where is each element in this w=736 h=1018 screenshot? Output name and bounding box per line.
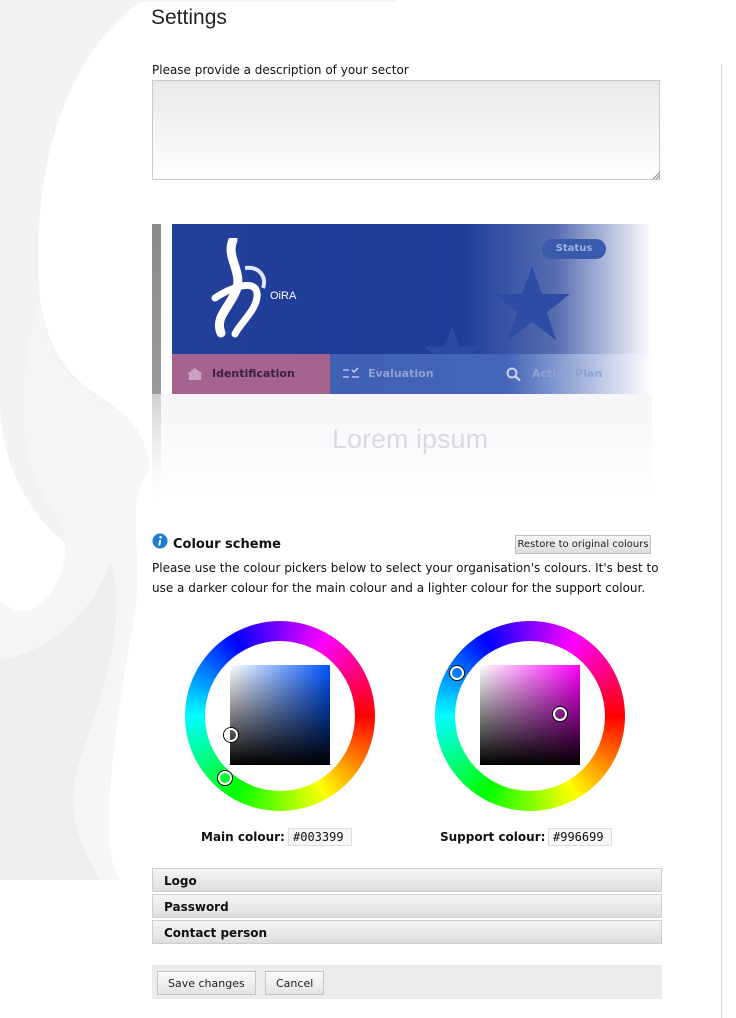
preview-tab-identification: Identification — [172, 354, 330, 394]
tab-label: Evaluation — [368, 367, 434, 380]
main-colour-square[interactable] — [230, 665, 330, 765]
description-label: Please provide a description of your sec… — [152, 63, 409, 77]
main-hue-marker[interactable] — [218, 771, 232, 785]
preview-body-text: Lorem ipsum — [332, 424, 489, 454]
preview-status-pill: Status — [542, 239, 606, 259]
checklist-icon — [343, 367, 359, 378]
oira-logo-icon — [211, 238, 266, 338]
section-logo[interactable]: Logo — [152, 868, 662, 892]
preview-tab-action-plan: Action Plan — [506, 354, 602, 394]
tab-label: Action Plan — [532, 367, 603, 380]
preview-logo-text: OiRA — [270, 290, 297, 302]
support-colour-label: Support colour: — [440, 830, 546, 844]
support-saturation-marker[interactable] — [553, 707, 567, 721]
preview-tab-evaluation: Evaluation — [342, 354, 434, 394]
right-divider — [721, 64, 722, 1018]
colour-scheme-title: Colour scheme — [173, 537, 281, 552]
resize-grip-icon[interactable] — [652, 171, 660, 179]
main-saturation-marker[interactable] — [224, 728, 238, 742]
info-icon — [152, 533, 168, 549]
preview-nav: Identification Evaluation Action Plan — [172, 354, 652, 394]
theme-preview: Status OiRA Identification Evaluation Ac… — [152, 224, 652, 500]
main-colour-input[interactable] — [288, 828, 352, 846]
page-title: Settings — [151, 6, 227, 29]
home-icon — [187, 368, 203, 380]
support-hue-marker[interactable] — [450, 666, 464, 680]
restore-colours-button[interactable]: Restore to original colours — [515, 535, 651, 554]
colour-scheme-description: Please use the colour pickers below to s… — [152, 561, 659, 595]
star-watermark-icon — [494, 266, 570, 340]
main-colour-label: Main colour: — [201, 830, 285, 844]
search-icon — [506, 367, 521, 381]
preview-header: Status OiRA — [172, 224, 652, 381]
cancel-button[interactable]: Cancel — [265, 971, 325, 995]
description-textarea[interactable] — [152, 80, 660, 180]
save-changes-button[interactable]: Save changes — [157, 971, 256, 995]
tab-label: Identification — [212, 367, 295, 380]
support-colour-input[interactable] — [548, 828, 612, 846]
form-actions: Save changes Cancel — [152, 965, 662, 999]
section-contact-person[interactable]: Contact person — [152, 920, 662, 944]
section-password[interactable]: Password — [152, 894, 662, 918]
